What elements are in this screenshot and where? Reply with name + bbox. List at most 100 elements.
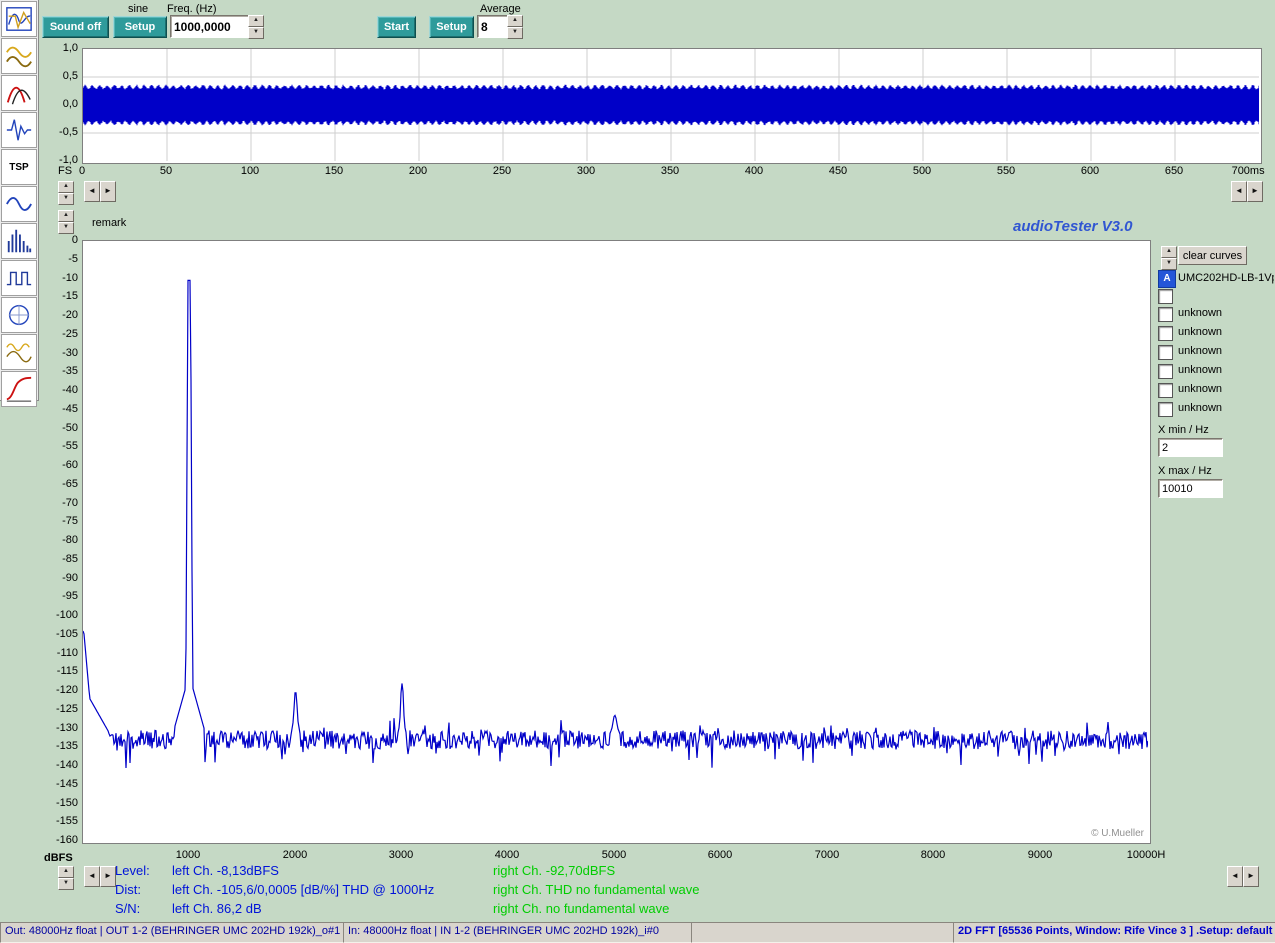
fft-scroll-left-controls: ◄ ► xyxy=(84,866,116,887)
generator-setup-button[interactable]: Setup xyxy=(113,16,167,38)
tick-label: 10000H xyxy=(1127,849,1166,861)
clear-curves-button[interactable]: clear curves xyxy=(1178,246,1247,265)
tick-label: 250 xyxy=(493,165,511,177)
spin-down-button[interactable]: ▼ xyxy=(248,27,264,39)
tick-label: -140 xyxy=(56,759,78,771)
sidebar-comb-filter-button[interactable] xyxy=(1,223,37,259)
remark-spinner: ▲ ▼ xyxy=(58,210,74,234)
tick-label: -110 xyxy=(57,647,78,659)
curve-checkbox[interactable] xyxy=(1158,383,1173,398)
dist-right-value: right Ch. THD no fundamental wave xyxy=(493,882,699,897)
sn-left-value: left Ch. 86,2 dB xyxy=(172,901,262,916)
tick-label: -55 xyxy=(62,440,78,452)
tick-label: -85 xyxy=(62,553,78,565)
scroll-left-button[interactable]: ◄ xyxy=(1231,181,1247,202)
spin-up-button[interactable]: ▲ xyxy=(58,210,74,222)
spin-up-button[interactable]: ▲ xyxy=(248,15,264,27)
tick-label: 8000 xyxy=(921,849,945,861)
level-right-value: right Ch. -92,70dBFS xyxy=(493,863,615,878)
scope-scroll-left-controls: ◄ ► xyxy=(84,181,116,202)
tick-label: -135 xyxy=(56,740,78,752)
tick-label: -30 xyxy=(62,347,78,359)
tick-label: -145 xyxy=(56,778,78,790)
scroll-left-button[interactable]: ◄ xyxy=(1227,866,1243,887)
xmax-input[interactable] xyxy=(1158,479,1223,498)
curve-name-label: unknown xyxy=(1178,383,1222,395)
scope-waveform-trace xyxy=(83,49,1259,161)
sn-row-label: S/N: xyxy=(115,901,140,916)
curve-slot-b-checkbox[interactable] xyxy=(1158,289,1173,304)
tick-label: -100 xyxy=(56,609,78,621)
curve-checkbox[interactable] xyxy=(1158,307,1173,322)
fft-x-axis: 1000200030004000500060007000800090001000… xyxy=(82,849,1149,861)
scroll-right-button[interactable]: ► xyxy=(1247,181,1263,202)
xmax-label: X max / Hz xyxy=(1158,465,1212,477)
tick-label: 600 xyxy=(1081,165,1099,177)
tick-label: 300 xyxy=(577,165,595,177)
curve-checkbox[interactable] xyxy=(1158,364,1173,379)
remark-label[interactable]: remark xyxy=(92,217,126,229)
spin-down-button[interactable]: ▼ xyxy=(58,222,74,234)
spin-up-button[interactable]: ▲ xyxy=(507,15,523,27)
sidebar-square-wave-button[interactable] xyxy=(1,260,37,296)
curve-a-name-label: UMC202HD-LB-1Vp xyxy=(1178,272,1274,284)
tick-label: -95 xyxy=(62,590,78,602)
spin-down-button[interactable]: ▼ xyxy=(1161,258,1177,270)
tick-label: 350 xyxy=(661,165,679,177)
scroll-left-button[interactable]: ◄ xyxy=(84,866,100,887)
sound-off-button[interactable]: Sound off xyxy=(42,16,109,38)
scroll-left-button[interactable]: ◄ xyxy=(84,181,100,202)
tick-label: -25 xyxy=(62,328,78,340)
sidebar-red-curves-button[interactable] xyxy=(1,75,37,111)
sidebar-spectrum-window-button[interactable] xyxy=(1,1,37,37)
spin-up-button[interactable]: ▲ xyxy=(58,181,74,193)
tick-label: 550 xyxy=(997,165,1015,177)
freq-input[interactable] xyxy=(170,15,254,38)
copyright-label: © U.Mueller xyxy=(1091,828,1144,839)
curve-name-label: unknown xyxy=(1178,307,1222,319)
sidebar-sine-button[interactable] xyxy=(1,186,37,222)
sidebar-xy-scope-button[interactable] xyxy=(1,297,37,333)
scroll-right-button[interactable]: ► xyxy=(1243,866,1259,887)
spin-up-button[interactable]: ▲ xyxy=(58,866,74,878)
comb-filter-icon xyxy=(5,227,33,255)
spin-up-button[interactable]: ▲ xyxy=(1161,246,1177,258)
tick-label: -105 xyxy=(56,628,78,640)
tick-label: 200 xyxy=(409,165,427,177)
curve-checkbox[interactable] xyxy=(1158,345,1173,360)
tick-label: 0,0 xyxy=(63,98,78,110)
curve-name-label: unknown xyxy=(1178,402,1222,414)
tick-label: -75 xyxy=(62,515,78,527)
start-button[interactable]: Start xyxy=(377,16,416,38)
tick-label: 700ms xyxy=(1232,165,1265,177)
spin-down-button[interactable]: ▼ xyxy=(58,878,74,890)
curve-name-label: unknown xyxy=(1178,364,1222,376)
sidebar-dual-tone-button[interactable] xyxy=(1,334,37,370)
average-spinner: ▲ ▼ xyxy=(507,15,523,39)
sidebar-impulse-button[interactable] xyxy=(1,112,37,148)
sidebar-sweep-curve-button[interactable] xyxy=(1,371,37,407)
spin-down-button[interactable]: ▼ xyxy=(507,27,523,39)
curve-checkbox[interactable] xyxy=(1158,326,1173,341)
xmin-input[interactable] xyxy=(1158,438,1223,457)
sweep-curve-icon xyxy=(5,375,33,403)
tick-label: -160 xyxy=(56,834,78,846)
scroll-right-button[interactable]: ► xyxy=(100,866,116,887)
analyzer-setup-button[interactable]: Setup xyxy=(429,16,474,38)
tsp-label: TSP xyxy=(9,162,28,173)
sidebar-tsp-button[interactable]: TSP xyxy=(1,149,37,185)
tick-label: 7000 xyxy=(815,849,839,861)
scope-scroll-right-controls: ◄ ► xyxy=(1231,181,1263,202)
spin-down-button[interactable]: ▼ xyxy=(58,193,74,205)
tick-label: -65 xyxy=(62,478,78,490)
freq-label: Freq. (Hz) xyxy=(167,3,217,15)
tick-label: -90 xyxy=(62,572,78,584)
sidebar-yellow-waves-button[interactable] xyxy=(1,38,37,74)
tick-label: 400 xyxy=(745,165,763,177)
curve-checkbox[interactable] xyxy=(1158,402,1173,417)
tick-label: 2000 xyxy=(283,849,307,861)
scroll-right-button[interactable]: ► xyxy=(100,181,116,202)
curve-slot-a-button[interactable]: A xyxy=(1158,270,1176,288)
tick-label: -10 xyxy=(62,272,78,284)
sn-right-value: right Ch. no fundamental wave xyxy=(493,901,669,916)
